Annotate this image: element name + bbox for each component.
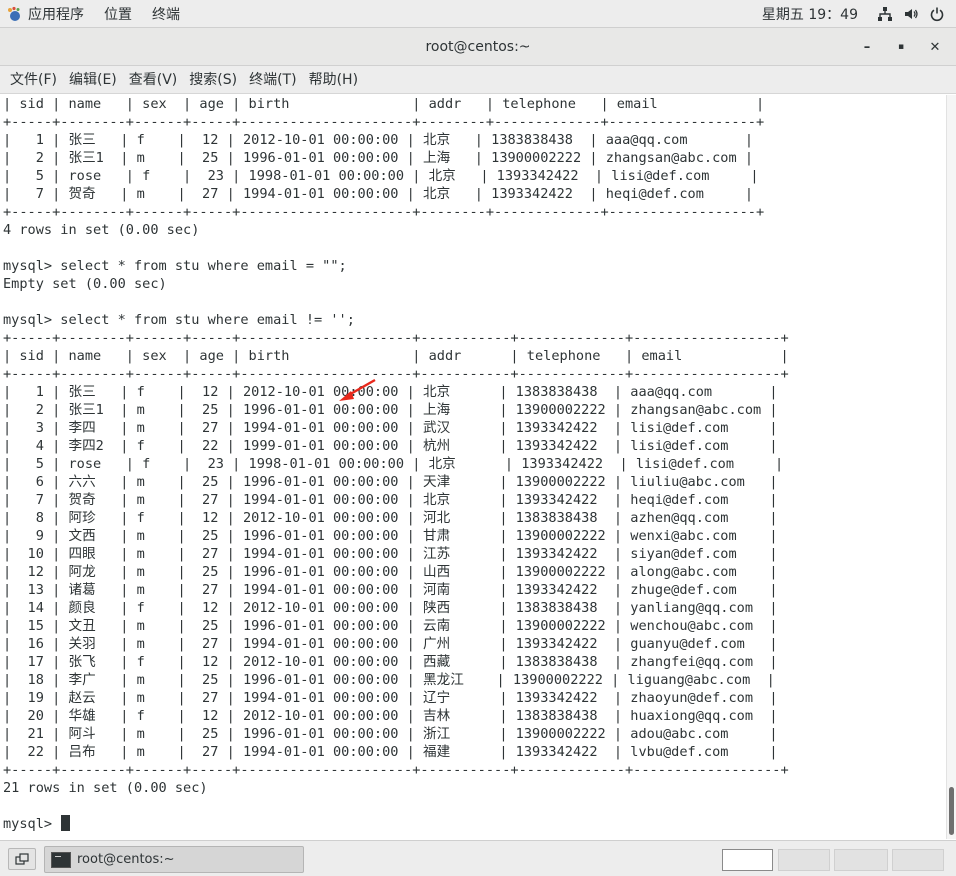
top-panel: 应用程序 位置 终端 星期五 19：49 bbox=[0, 0, 956, 28]
terminal-line: +-----+--------+------+-----+-----------… bbox=[3, 204, 765, 220]
window-titlebar[interactable]: root@centos:~ – ▪ ✕ bbox=[0, 28, 956, 66]
terminal-line: | 3 | 李四 | m | 27 | 1994-01-01 00:00:00 … bbox=[3, 420, 778, 436]
terminal-line: | 17 | 张飞 | f | 12 | 2012-10-01 00:00:00… bbox=[3, 654, 778, 670]
terminal-line: | 1 | 张三 | f | 12 | 2012-10-01 00:00:00 … bbox=[3, 384, 778, 400]
terminal-line: 4 rows in set (0.00 sec) bbox=[3, 222, 200, 238]
annotation-arrow-icon bbox=[339, 378, 376, 401]
terminal-line: | sid | name | sex | age | birth | addr … bbox=[3, 348, 789, 364]
close-button[interactable]: ✕ bbox=[918, 28, 952, 66]
terminal-output[interactable]: | sid | name | sex | age | birth | addr … bbox=[0, 95, 946, 839]
terminal-prompt: mysql> bbox=[3, 816, 61, 832]
bottom-panel: root@centos:~ bbox=[0, 840, 956, 876]
workspace-3[interactable] bbox=[834, 849, 888, 871]
clock[interactable]: 星期五 19：49 bbox=[752, 0, 872, 28]
scrollbar-thumb[interactable] bbox=[949, 787, 954, 835]
terminal-scrollbar[interactable] bbox=[946, 95, 956, 839]
menu-file[interactable]: 文件(F) bbox=[4, 66, 63, 94]
terminal-prompt-line[interactable]: mysql> bbox=[3, 815, 789, 833]
terminal-line: | 9 | 文西 | m | 25 | 1996-01-01 00:00:00 … bbox=[3, 528, 778, 544]
gnome-foot-icon bbox=[6, 6, 22, 22]
terminal-line: | 14 | 颜良 | f | 12 | 2012-10-01 00:00:00… bbox=[3, 600, 778, 616]
text-cursor bbox=[61, 815, 71, 831]
terminal-line: | 18 | 李广 | m | 25 | 1996-01-01 00:00:00… bbox=[3, 672, 775, 688]
terminal-line: +-----+--------+------+-----+-----------… bbox=[3, 366, 789, 382]
terminal-line: | 5 | rose | f | 23 | 1998-01-01 00:00:0… bbox=[3, 456, 784, 472]
window-title: root@centos:~ bbox=[425, 38, 531, 55]
terminal-line: | 8 | 阿珍 | f | 12 | 2012-10-01 00:00:00 … bbox=[3, 510, 778, 526]
terminal-line: | 16 | 关羽 | m | 27 | 1994-01-01 00:00:00… bbox=[3, 636, 778, 652]
terminal-line: | 15 | 文丑 | m | 25 | 1996-01-01 00:00:00… bbox=[3, 618, 778, 634]
maximize-button[interactable]: ▪ bbox=[884, 28, 918, 66]
minimize-button[interactable]: – bbox=[850, 28, 884, 66]
taskbar-window-label: root@centos:~ bbox=[77, 852, 175, 867]
volume-icon[interactable] bbox=[898, 0, 924, 28]
menu-bar: 文件(F) 编辑(E) 查看(V) 搜索(S) 终端(T) 帮助(H) bbox=[0, 66, 956, 94]
workspace-4[interactable] bbox=[892, 849, 944, 871]
terminal-line: 21 rows in set (0.00 sec) bbox=[3, 780, 208, 796]
terminal-line: | 2 | 张三1 | m | 25 | 1996-01-01 00:00:00… bbox=[3, 150, 754, 166]
desktop-icon bbox=[15, 853, 29, 865]
terminal-line: | 21 | 阿斗 | m | 25 | 1996-01-01 00:00:00… bbox=[3, 726, 778, 742]
terminal-line: | 12 | 阿龙 | m | 25 | 1996-01-01 00:00:00… bbox=[3, 564, 778, 580]
terminal-line: Empty set (0.00 sec) bbox=[3, 276, 167, 292]
workspace-1[interactable] bbox=[722, 849, 773, 871]
terminal-line: | 5 | rose | f | 23 | 1998-01-01 00:00:0… bbox=[3, 168, 759, 184]
terminal-line: | 6 | 六六 | m | 25 | 1996-01-01 00:00:00 … bbox=[3, 474, 778, 490]
terminal-line: | 7 | 贺奇 | m | 27 | 1994-01-01 00:00:00 … bbox=[3, 492, 778, 508]
terminal-line: mysql> select * from stu where email != … bbox=[3, 312, 355, 328]
terminal-line: | 10 | 四眼 | m | 27 | 1994-01-01 00:00:00… bbox=[3, 546, 778, 562]
menu-search[interactable]: 搜索(S) bbox=[183, 66, 243, 94]
power-icon[interactable] bbox=[924, 0, 950, 28]
terminal-app-menu[interactable]: 终端 bbox=[142, 0, 190, 28]
terminal-icon bbox=[51, 851, 71, 868]
terminal-line: | 4 | 李四2 | f | 22 | 1999-01-01 00:00:00… bbox=[3, 438, 778, 454]
applications-menu[interactable]: 应用程序 bbox=[0, 0, 94, 28]
menu-edit[interactable]: 编辑(E) bbox=[63, 66, 123, 94]
terminal-line: | 20 | 华雄 | f | 12 | 2012-10-01 00:00:00… bbox=[3, 708, 778, 724]
menu-terminal[interactable]: 终端(T) bbox=[243, 66, 302, 94]
terminal-line: | 22 | 吕布 | m | 27 | 1994-01-01 00:00:00… bbox=[3, 744, 778, 760]
menu-help[interactable]: 帮助(H) bbox=[303, 66, 364, 94]
terminal-line: +-----+--------+------+-----+-----------… bbox=[3, 762, 789, 778]
terminal-line: | 19 | 赵云 | m | 27 | 1994-01-01 00:00:00… bbox=[3, 690, 778, 706]
terminal-line: | 13 | 诸葛 | m | 27 | 1994-01-01 00:00:00… bbox=[3, 582, 778, 598]
applications-label: 应用程序 bbox=[28, 6, 84, 23]
terminal-line: +-----+--------+------+-----+-----------… bbox=[3, 330, 789, 346]
show-desktop-button[interactable] bbox=[8, 848, 36, 870]
workspace-2[interactable] bbox=[778, 849, 830, 871]
terminal-line: +-----+--------+------+-----+-----------… bbox=[3, 114, 765, 130]
places-menu[interactable]: 位置 bbox=[94, 0, 142, 28]
terminal-lines: | sid | name | sex | age | birth | addr … bbox=[3, 95, 789, 833]
menu-view[interactable]: 查看(V) bbox=[123, 66, 184, 94]
terminal-line: | 1 | 张三 | f | 12 | 2012-10-01 00:00:00 … bbox=[3, 132, 754, 148]
network-icon[interactable] bbox=[872, 0, 898, 28]
terminal-line: | 2 | 张三1 | m | 25 | 1996-01-01 00:00:00… bbox=[3, 402, 778, 418]
terminal-line: | sid | name | sex | age | birth | addr … bbox=[3, 96, 765, 112]
terminal-line: mysql> select * from stu where email = "… bbox=[3, 258, 347, 274]
taskbar-terminal-window[interactable]: root@centos:~ bbox=[44, 846, 304, 873]
terminal-line: | 7 | 贺奇 | m | 27 | 1994-01-01 00:00:00 … bbox=[3, 186, 754, 202]
